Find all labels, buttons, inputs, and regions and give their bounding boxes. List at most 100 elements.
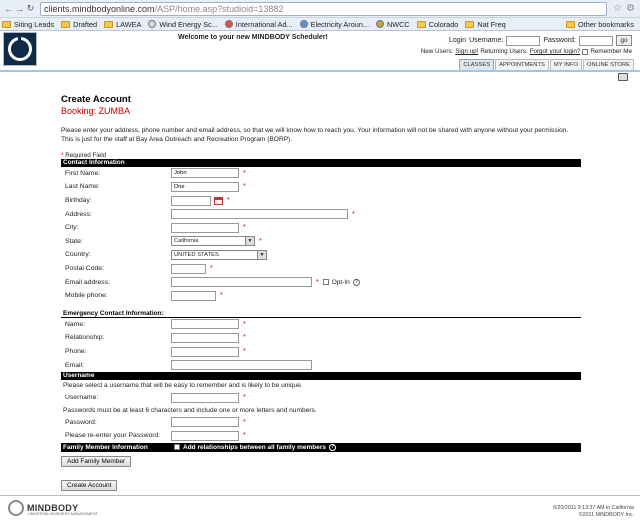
tab-online-store[interactable]: ONLINE STORE	[582, 59, 634, 70]
bookmark-item[interactable]: Nat Freq	[465, 19, 506, 29]
tab-my-info[interactable]: MY INFO	[549, 59, 582, 70]
bookmark-label: Wind Energy Sc...	[159, 19, 218, 29]
bookmark-item[interactable]: Siting Leads	[2, 20, 54, 29]
tab-appointments[interactable]: APPOINTMENTS	[495, 59, 549, 70]
wrench-icon[interactable]: ⚙	[624, 3, 637, 14]
birthday-row: Birthday: *	[61, 194, 579, 208]
reenter-password-row: Please re-enter your Password: *	[61, 429, 579, 443]
site-favicon-icon	[148, 20, 157, 28]
first-name-input[interactable]: John	[171, 168, 239, 179]
opt-in-checkbox[interactable]	[322, 279, 329, 286]
required-asterisk: *	[227, 197, 230, 205]
username-label: Username:	[469, 37, 504, 44]
last-name-input[interactable]: Doe	[171, 181, 239, 192]
emergency-phone-input[interactable]	[171, 346, 239, 357]
required-asterisk: *	[259, 237, 262, 245]
bookmark-label: Drafted	[73, 19, 98, 29]
reenter-password-input[interactable]	[171, 430, 239, 441]
star-icon[interactable]: ☆	[611, 3, 624, 14]
required-asterisk: *	[243, 394, 246, 402]
family-section-title: Family Member Information	[63, 443, 148, 451]
bookmark-label: Siting Leads	[14, 19, 55, 29]
help-icon[interactable]: ?	[352, 278, 360, 286]
emergency-email-row: Email:	[61, 358, 579, 372]
password-input[interactable]	[171, 417, 239, 428]
required-asterisk: *	[243, 169, 246, 177]
login-label: Login	[448, 37, 467, 44]
folder-icon	[61, 20, 71, 28]
folder-icon	[104, 20, 114, 28]
required-asterisk: *	[243, 432, 246, 440]
state-selected-value: California	[174, 238, 199, 245]
help-icon[interactable]: ?	[329, 443, 337, 451]
calendar-icon[interactable]	[214, 196, 223, 205]
folder-icon	[416, 20, 426, 28]
forgot-login-link[interactable]: Forgot your login?	[530, 48, 581, 55]
reload-icon[interactable]: ↻	[25, 3, 36, 14]
city-row: City: *	[61, 221, 579, 235]
bookmark-item[interactable]: Electricity Aroun...	[299, 19, 369, 29]
emergency-relationship-row: Relationship: *	[61, 331, 579, 345]
forward-arrow-icon[interactable]: →	[14, 4, 25, 14]
bookmark-item[interactable]: LAWEA	[104, 20, 141, 29]
folder-icon	[465, 20, 475, 28]
state-select[interactable]: California ▼	[171, 236, 255, 247]
emergency-name-input[interactable]	[171, 319, 239, 330]
required-asterisk: *	[210, 265, 213, 273]
postal-code-row: Postal Code: *	[61, 262, 579, 276]
country-select[interactable]: UNITED STATES ▼	[171, 249, 267, 260]
required-asterisk: *	[352, 210, 355, 218]
email-input[interactable]	[171, 277, 312, 288]
back-arrow-icon[interactable]: ←	[3, 4, 14, 14]
country-label: Country:	[65, 251, 91, 259]
required-asterisk: *	[316, 278, 319, 286]
first-name-row: First Name: John *	[61, 167, 579, 181]
bookmark-label: Nat Freq	[477, 19, 506, 29]
password-label: Password:	[65, 418, 97, 426]
emergency-relationship-input[interactable]	[171, 332, 239, 343]
login-password-input[interactable]	[579, 35, 613, 46]
opt-in: Opt-In ?	[322, 278, 360, 286]
birthday-input[interactable]	[171, 195, 211, 206]
create-account-form: Create Account Booking: ZUMBA Please ent…	[61, 94, 581, 491]
create-account-button[interactable]: Create Account	[61, 479, 118, 491]
url-input[interactable]: clients.mindbodyonline.com/ASP/home.asp?…	[40, 1, 607, 16]
main-tabs: CLASSES APPOINTMENTS MY INFO ONLINE STOR…	[458, 59, 634, 70]
bookmark-item[interactable]: International Ad...	[224, 19, 293, 29]
bookmark-item[interactable]: Drafted	[61, 20, 97, 29]
login-username-input[interactable]	[506, 35, 541, 46]
folder-icon	[566, 20, 576, 28]
site-favicon-icon	[376, 20, 384, 28]
address-row: Address: *	[61, 207, 579, 221]
bookmark-label: Electricity Aroun...	[310, 19, 369, 29]
add-relationships-checkbox[interactable]	[174, 444, 180, 451]
username-input[interactable]	[171, 392, 239, 403]
city-input[interactable]	[171, 222, 239, 233]
add-family-member-button[interactable]: Add Family Member	[61, 455, 132, 467]
address-input[interactable]	[171, 209, 348, 220]
last-name-row: Last Name: Doe *	[61, 180, 579, 194]
postal-code-input[interactable]	[171, 263, 206, 274]
remember-me-checkbox[interactable]	[582, 48, 589, 55]
other-bookmarks[interactable]: Other bookmarks	[566, 20, 634, 29]
postal-code-label: Postal Code:	[65, 265, 104, 273]
bookmark-item[interactable]: Wind Energy Sc...	[148, 19, 218, 29]
mobile-phone-input[interactable]	[171, 290, 216, 301]
bookmark-item[interactable]: Colorado	[416, 20, 458, 29]
account-links: New Users: Sign up! Returning Users: For…	[421, 48, 632, 55]
mindbody-logo[interactable]	[3, 32, 37, 66]
section-contact-information: Contact Information	[61, 158, 581, 167]
tab-classes[interactable]: CLASSES	[459, 59, 495, 70]
bookmark-label: International Ad...	[235, 19, 293, 29]
bookmark-item[interactable]: NWCC	[376, 20, 410, 29]
opt-in-label: Opt-In	[331, 278, 350, 286]
go-button[interactable]: go	[616, 35, 632, 46]
print-icon[interactable]	[618, 73, 628, 81]
username-hint: Please select a username that will be ea…	[63, 381, 303, 389]
password-hint: Passwords must be at least 6 characters …	[63, 406, 317, 414]
sign-up-link[interactable]: Sign up!	[455, 48, 478, 55]
birthday-label: Birthday:	[65, 197, 92, 205]
footer-logo[interactable]: MINDBODY UNIVERSAL BUSINESS MANAGEMENT	[8, 500, 98, 516]
address-label: Address:	[65, 210, 92, 218]
emergency-email-input[interactable]	[171, 360, 312, 371]
